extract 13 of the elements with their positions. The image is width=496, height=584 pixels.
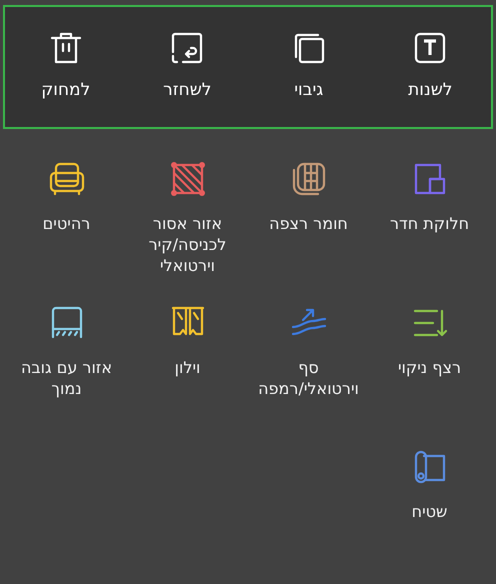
tool-button[interactable]: רהיטים (6, 159, 127, 279)
action-button[interactable]: לשחזר (126, 30, 248, 104)
action-button[interactable]: גיבוי (248, 30, 370, 104)
tool-button[interactable]: חומר רצפה (248, 159, 369, 279)
tool-button[interactable]: חלוקת חדר (369, 159, 490, 279)
tool-button[interactable]: סף וירטואלי/רמפה (248, 303, 369, 423)
tool-button[interactable]: אזור עם גובה נמוך (6, 303, 127, 423)
action-button[interactable]: למחוק (5, 30, 126, 104)
tool-button[interactable]: אזור אסור לכניסה/קיר וירטואלי (127, 159, 248, 279)
tool-button[interactable]: שטיח (369, 447, 490, 567)
action-button[interactable]: לשנות (370, 30, 491, 104)
tool-button[interactable]: רצף ניקוי (369, 303, 490, 423)
tool-button[interactable]: וילון (127, 303, 248, 423)
